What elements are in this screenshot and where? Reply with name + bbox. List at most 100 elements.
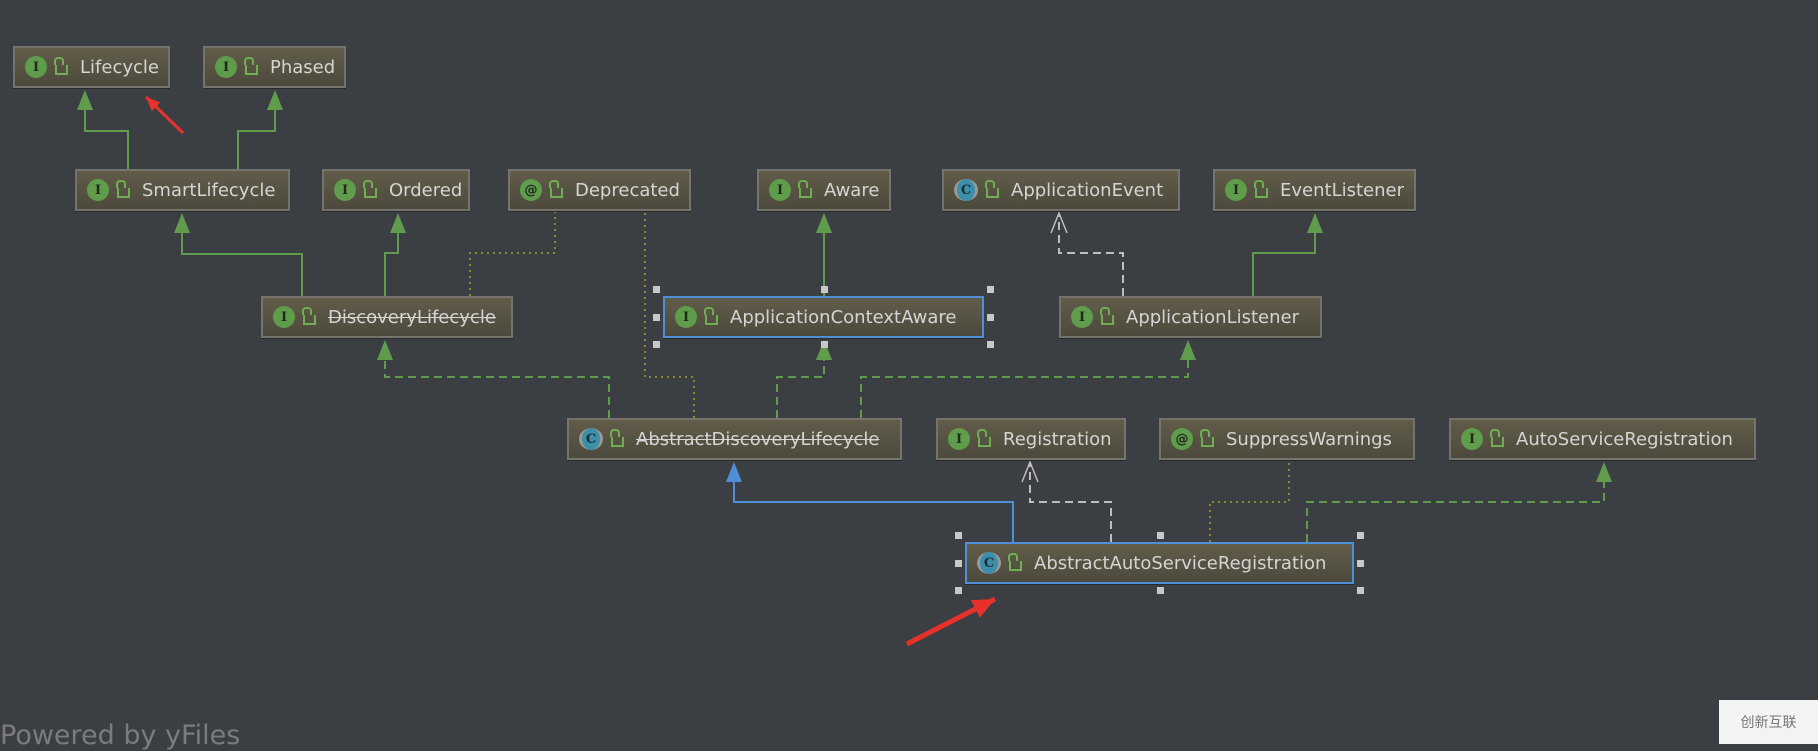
selection-handle[interactable] bbox=[653, 286, 660, 293]
selection-handle[interactable] bbox=[987, 286, 994, 293]
interface-icon: I bbox=[273, 306, 295, 328]
edge-discovery-smartlifecycle bbox=[174, 213, 303, 296]
abstract-class-icon: C bbox=[954, 179, 978, 201]
interface-icon: I bbox=[1225, 179, 1247, 201]
arrowhead bbox=[77, 90, 93, 110]
arrowhead bbox=[390, 213, 406, 233]
public-lock-icon bbox=[302, 307, 316, 325]
arrowhead bbox=[816, 213, 832, 233]
public-lock-icon bbox=[244, 57, 258, 75]
node-label: Lifecycle bbox=[80, 56, 159, 78]
selection-handle[interactable] bbox=[987, 341, 994, 348]
node-label: ApplicationListener bbox=[1126, 306, 1299, 328]
public-lock-icon bbox=[704, 307, 718, 325]
node-label: SmartLifecycle bbox=[142, 179, 276, 201]
interface-icon: I bbox=[948, 428, 970, 450]
edge-smartlifecycle-phased bbox=[237, 90, 283, 169]
selection-handle[interactable] bbox=[653, 341, 660, 348]
node-event-listener[interactable]: I EventListener bbox=[1213, 169, 1416, 211]
annotation-icon: @ bbox=[1171, 428, 1193, 450]
interface-icon: I bbox=[215, 56, 237, 78]
selection-handle[interactable] bbox=[820, 341, 828, 348]
node-lifecycle[interactable]: I Lifecycle bbox=[13, 46, 170, 88]
selection-handle[interactable] bbox=[955, 532, 962, 539]
node-deprecated[interactable]: @ Deprecated bbox=[508, 169, 691, 211]
edge-discovery-deprecated bbox=[469, 212, 556, 296]
node-ordered[interactable]: I Ordered bbox=[322, 169, 470, 211]
node-label: Ordered bbox=[389, 179, 463, 201]
arrowhead bbox=[1307, 213, 1323, 233]
node-phased[interactable]: I Phased bbox=[203, 46, 346, 88]
node-label: Deprecated bbox=[575, 179, 680, 201]
node-abstract-discovery-lifecycle[interactable]: C AbstractDiscoveryLifecycle bbox=[567, 418, 902, 460]
edge-listener-eventlistener bbox=[1252, 213, 1323, 296]
public-lock-icon bbox=[363, 180, 377, 198]
node-label: DiscoveryLifecycle bbox=[328, 306, 496, 328]
interface-icon: I bbox=[1461, 428, 1483, 450]
node-suppress-warnings[interactable]: @ SuppressWarnings bbox=[1159, 418, 1415, 460]
node-label: Phased bbox=[270, 56, 336, 78]
arrowhead bbox=[267, 90, 283, 110]
edge-abstractauto-suppresswarnings bbox=[1209, 462, 1290, 542]
node-label: AbstractAutoServiceRegistration bbox=[1034, 552, 1327, 574]
node-abstract-auto-service-registration[interactable]: C AbstractAutoServiceRegistration bbox=[965, 542, 1354, 584]
edge-abstractdiscovery-discovery bbox=[377, 340, 610, 418]
selection-handle[interactable] bbox=[955, 560, 962, 567]
arrowhead bbox=[1596, 462, 1612, 482]
annotation-icon: @ bbox=[520, 179, 542, 201]
interface-icon: I bbox=[769, 179, 791, 201]
node-label: ApplicationEvent bbox=[1011, 179, 1164, 201]
red-annotation-arrow bbox=[144, 95, 185, 135]
public-lock-icon bbox=[1200, 429, 1214, 447]
node-application-context-aware[interactable]: I ApplicationContextAware bbox=[663, 296, 984, 338]
node-label: Aware bbox=[824, 179, 880, 201]
selection-handle[interactable] bbox=[1357, 560, 1364, 567]
public-lock-icon bbox=[610, 429, 624, 447]
watermark-text: 创新互联 bbox=[1740, 715, 1797, 731]
watermark-logo: 创新互联 bbox=[1719, 700, 1818, 744]
public-lock-icon bbox=[985, 180, 999, 198]
node-label: EventListener bbox=[1280, 179, 1404, 201]
interface-icon: I bbox=[1071, 306, 1093, 328]
selection-handle[interactable] bbox=[987, 314, 994, 321]
node-auto-service-registration[interactable]: I AutoServiceRegistration bbox=[1449, 418, 1756, 460]
interface-icon: I bbox=[334, 179, 356, 201]
node-discovery-lifecycle[interactable]: I DiscoveryLifecycle bbox=[261, 296, 513, 338]
arrowhead bbox=[726, 462, 742, 482]
node-label: AutoServiceRegistration bbox=[1516, 428, 1733, 450]
public-lock-icon bbox=[1490, 429, 1504, 447]
selection-handle[interactable] bbox=[955, 587, 962, 594]
public-lock-icon bbox=[116, 180, 130, 198]
public-lock-icon bbox=[1008, 553, 1022, 571]
node-label: ApplicationContextAware bbox=[730, 306, 957, 328]
selection-handle[interactable] bbox=[1156, 587, 1164, 594]
public-lock-icon bbox=[1100, 307, 1114, 325]
selection-handle[interactable] bbox=[820, 286, 828, 293]
abstract-class-icon: C bbox=[977, 552, 1001, 574]
selection-handle[interactable] bbox=[1357, 587, 1364, 594]
diagram-edges bbox=[77, 90, 1612, 647]
node-application-event[interactable]: C ApplicationEvent bbox=[942, 169, 1180, 211]
edge-discovery-ordered bbox=[384, 213, 406, 296]
selection-handle[interactable] bbox=[1357, 532, 1364, 539]
public-lock-icon bbox=[1254, 180, 1268, 198]
edge-abstractauto-abstractdiscovery bbox=[726, 462, 1014, 542]
node-smart-lifecycle[interactable]: I SmartLifecycle bbox=[75, 169, 290, 211]
edge-abstractdiscovery-contextaware bbox=[776, 340, 832, 418]
interface-icon: I bbox=[25, 56, 47, 78]
public-lock-icon bbox=[977, 429, 991, 447]
selection-handle[interactable] bbox=[653, 314, 660, 321]
node-application-listener[interactable]: I ApplicationListener bbox=[1059, 296, 1322, 338]
selection-handle[interactable] bbox=[1156, 532, 1164, 539]
abstract-class-icon: C bbox=[579, 428, 603, 450]
public-lock-icon bbox=[549, 180, 563, 198]
arrowhead bbox=[1180, 340, 1196, 360]
interface-icon: I bbox=[87, 179, 109, 201]
node-registration[interactable]: I Registration bbox=[936, 418, 1126, 460]
public-lock-icon bbox=[798, 180, 812, 198]
edge-abstractauto-autoservice bbox=[1306, 462, 1612, 542]
arrowhead bbox=[174, 213, 190, 233]
edge-contextaware-aware bbox=[816, 213, 832, 296]
arrowhead bbox=[377, 340, 393, 360]
node-aware[interactable]: I Aware bbox=[757, 169, 891, 211]
